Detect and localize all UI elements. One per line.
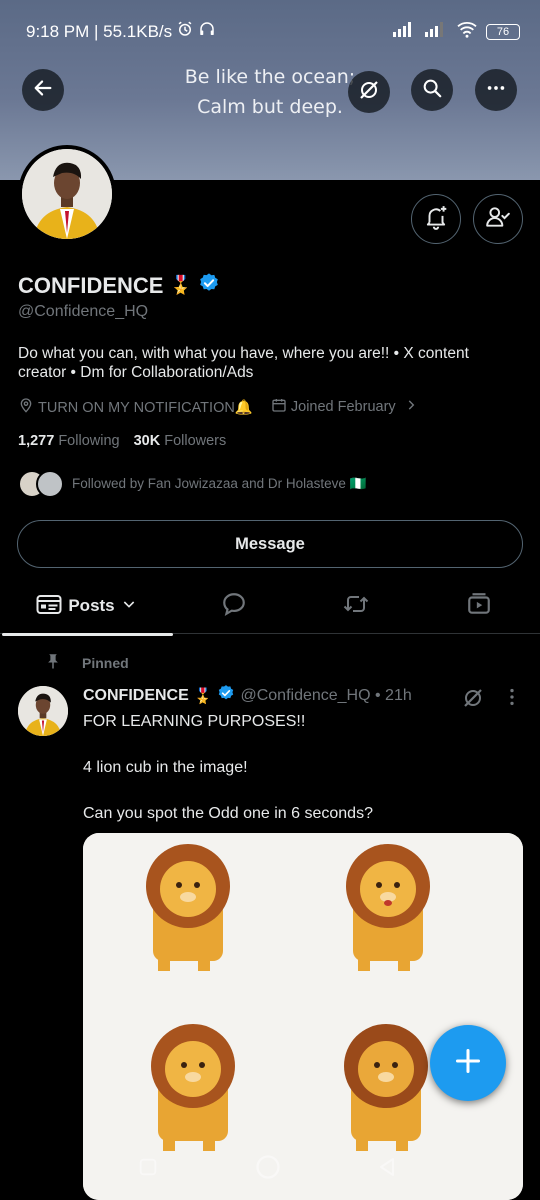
message-button[interactable]: Message bbox=[17, 520, 523, 568]
grok-button[interactable] bbox=[348, 71, 390, 113]
profile-bio: Do what you can, with what you have, whe… bbox=[18, 345, 469, 381]
post-line-3: Can you spot the Odd one in 6 seconds? bbox=[83, 805, 373, 822]
profile-handle: @Confidence_HQ bbox=[18, 303, 149, 320]
post-more-icon[interactable] bbox=[504, 686, 520, 713]
banner-quote: Be like the ocean; Calm but deep. bbox=[170, 62, 370, 122]
notify-button[interactable] bbox=[411, 194, 461, 244]
battery-indicator: 76 bbox=[486, 23, 520, 40]
back-button[interactable] bbox=[22, 69, 64, 111]
back-triangle-icon[interactable] bbox=[375, 1155, 399, 1184]
location-text: TURN ON MY NOTIFICATION🔔 bbox=[38, 399, 253, 416]
chevron-right-icon[interactable] bbox=[404, 398, 418, 416]
wifi-icon bbox=[456, 20, 478, 43]
joined-text: Joined February bbox=[290, 399, 396, 415]
grok-icon bbox=[357, 78, 381, 107]
lion-cub-4 bbox=[344, 1024, 428, 1151]
following-button[interactable] bbox=[473, 194, 523, 244]
tab-media[interactable] bbox=[417, 578, 540, 634]
lion-cub-1 bbox=[146, 844, 230, 971]
location-pin-icon bbox=[18, 397, 34, 417]
profile-display-name: CONFIDENCE bbox=[18, 272, 164, 298]
compose-fab[interactable] bbox=[430, 1025, 506, 1101]
post-grok-icon[interactable] bbox=[461, 686, 485, 715]
profile-avatar[interactable] bbox=[18, 145, 116, 243]
tab-posts[interactable]: Posts bbox=[0, 578, 173, 636]
person-check-icon bbox=[485, 204, 511, 235]
tab-reposts[interactable] bbox=[295, 578, 417, 634]
recents-icon[interactable] bbox=[137, 1156, 159, 1183]
followers-count: 30K bbox=[133, 433, 161, 449]
system-nav-bar bbox=[0, 1140, 540, 1200]
profile-meta: TURN ON MY NOTIFICATION🔔 Joined February bbox=[18, 397, 418, 417]
pinned-indicator: Pinned bbox=[44, 652, 129, 673]
profile-tabs: Posts bbox=[0, 578, 540, 636]
arrow-left-icon bbox=[32, 77, 54, 104]
post-author-avatar[interactable] bbox=[18, 686, 68, 736]
bell-plus-icon bbox=[423, 204, 449, 235]
media-play-icon bbox=[466, 591, 492, 622]
search-button[interactable] bbox=[411, 69, 453, 111]
posts-feed-icon bbox=[36, 593, 62, 620]
chevron-down-icon bbox=[121, 596, 137, 617]
status-bar: 9:18 PM | 55.1KB/s 76 bbox=[0, 0, 540, 60]
following-label: Following bbox=[58, 433, 120, 449]
followers-label: Followers bbox=[164, 433, 227, 449]
tab-posts-label: Posts bbox=[68, 596, 115, 615]
followed-by-row[interactable]: Followed by Fan Jowizazaa and Dr Holaste… bbox=[18, 470, 366, 498]
more-horizontal-icon bbox=[485, 77, 507, 104]
banner-quote-line-2: Calm but deep. bbox=[197, 96, 343, 118]
post-line-2: 4 lion cub in the image! bbox=[83, 759, 248, 776]
verified-badge-icon[interactable] bbox=[198, 272, 220, 299]
search-icon bbox=[421, 77, 443, 104]
avatar-portrait bbox=[22, 149, 112, 239]
following-link[interactable]: 1,277 Following bbox=[18, 433, 120, 449]
follow-stats: 1,277 Following 30K Followers bbox=[18, 433, 226, 449]
banner-quote-line-1: Be like the ocean; bbox=[184, 66, 356, 88]
headphones-icon bbox=[198, 20, 216, 43]
status-time-speed: 9:18 PM | 55.1KB/s bbox=[26, 21, 173, 41]
post-medal-emoji: 🎖️ bbox=[193, 687, 213, 705]
medal-emoji: 🎖️ bbox=[169, 275, 192, 295]
post-handle-time: @Confidence_HQ • 21h bbox=[240, 686, 412, 704]
pinned-label: Pinned bbox=[82, 654, 129, 671]
post-avatar-portrait bbox=[18, 686, 68, 736]
lion-cub-3 bbox=[151, 1024, 235, 1151]
more-options-button[interactable] bbox=[475, 69, 517, 111]
pin-icon bbox=[44, 652, 62, 673]
followers-link[interactable]: 30K Followers bbox=[134, 433, 227, 449]
tab-replies[interactable] bbox=[173, 578, 295, 634]
alarm-icon bbox=[176, 20, 194, 43]
followed-by-text: Followed by Fan Jowizazaa and Dr Holaste… bbox=[72, 476, 367, 491]
location-item: TURN ON MY NOTIFICATION🔔 bbox=[18, 397, 253, 417]
reply-bubble-icon bbox=[221, 591, 247, 622]
post-verified-badge-icon bbox=[217, 684, 235, 707]
repost-icon bbox=[342, 592, 370, 621]
signal-icon bbox=[392, 21, 416, 42]
post-header: CONFIDENCE 🎖️ @Confidence_HQ • 21h bbox=[83, 684, 412, 707]
plus-icon bbox=[454, 1047, 482, 1080]
post-author-name[interactable]: CONFIDENCE bbox=[83, 687, 189, 705]
lion-cub-2 bbox=[346, 844, 430, 971]
signal-icon-2 bbox=[424, 21, 448, 42]
active-tab-indicator bbox=[2, 633, 173, 636]
calendar-icon bbox=[271, 397, 287, 417]
joined-item: Joined February bbox=[271, 397, 396, 417]
home-icon[interactable] bbox=[254, 1153, 282, 1186]
follower-avatar-2 bbox=[36, 470, 64, 498]
post-line-1: FOR LEARNING PURPOSES!! bbox=[83, 713, 306, 730]
post-text: FOR LEARNING PURPOSES!! 4 lion cub in th… bbox=[83, 712, 513, 850]
following-count: 1,277 bbox=[18, 433, 55, 449]
profile-name-row: CONFIDENCE 🎖️ bbox=[18, 272, 220, 299]
